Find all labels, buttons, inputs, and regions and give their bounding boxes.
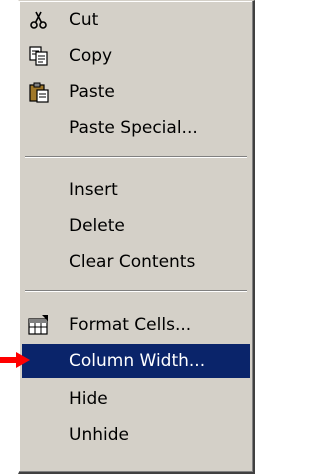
menu-item-label: Insert: [69, 180, 118, 200]
menu-item-label: Column Width...: [69, 351, 206, 371]
red-arrow-icon: [0, 352, 30, 368]
clipboard-icon: [28, 81, 50, 103]
menu-item-paste-special[interactable]: Paste Special...: [22, 111, 250, 145]
menu-item-delete[interactable]: Delete: [22, 209, 250, 243]
menu-item-label: Clear Contents: [69, 252, 196, 272]
menu-item-copy[interactable]: Copy: [22, 39, 250, 73]
menu-item-label: Unhide: [69, 425, 129, 445]
scissors-icon: [28, 9, 50, 31]
menu-item-column-width[interactable]: Column Width...: [22, 344, 250, 378]
menu-item-label: Delete: [69, 216, 125, 236]
menu-item-label: Format Cells...: [69, 315, 192, 335]
menu-item-unhide[interactable]: Unhide: [22, 418, 250, 452]
format-cells-icon: [28, 314, 50, 336]
menu-item-label: Paste: [69, 82, 115, 102]
menu-separator: [25, 156, 247, 158]
menu-item-clear-contents[interactable]: Clear Contents: [22, 245, 250, 279]
menu-item-cut[interactable]: Cut: [22, 3, 250, 37]
menu-item-label: Paste Special...: [69, 118, 198, 138]
menu-item-label: Copy: [69, 46, 113, 66]
menu-item-insert[interactable]: Insert: [22, 173, 250, 207]
copy-icon: [28, 45, 50, 67]
menu-item-hide[interactable]: Hide: [22, 382, 250, 416]
context-menu: Cut Copy Paste Paste Special... Insert D…: [18, 0, 255, 474]
menu-item-label: Cut: [69, 10, 99, 30]
menu-item-paste[interactable]: Paste: [22, 75, 250, 109]
menu-item-label: Hide: [69, 389, 108, 409]
menu-separator: [25, 290, 247, 292]
menu-item-format-cells[interactable]: Format Cells...: [22, 308, 250, 342]
